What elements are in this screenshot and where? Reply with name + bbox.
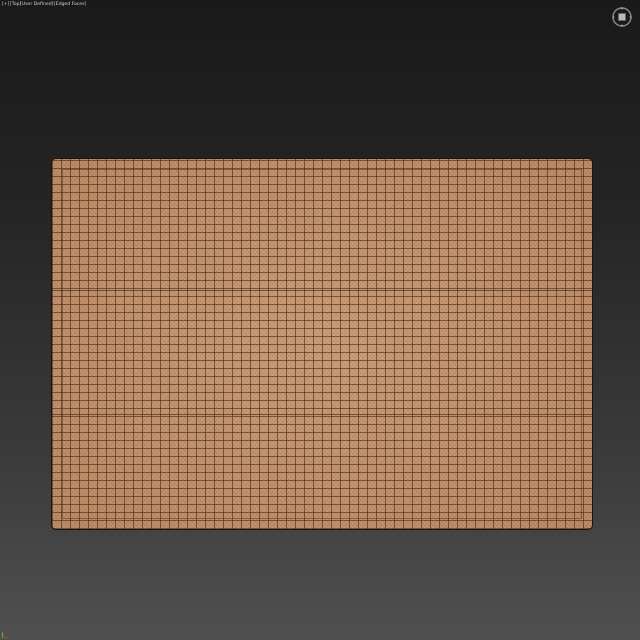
rug-object[interactable]	[52, 159, 592, 529]
rug-border-band	[62, 169, 582, 519]
viewport-display-label[interactable]: [Edged Faces]	[54, 1, 86, 9]
axis-tripod-icon	[2, 632, 8, 638]
viewport-top[interactable]: [+] [Top] [User Defined] [Edged Faces]	[0, 0, 640, 640]
viewcube-compass-icon[interactable]	[611, 6, 633, 28]
viewport-menu-label[interactable]: [+]	[2, 1, 9, 9]
rug-seam-line	[52, 290, 592, 291]
rug-seam-line	[52, 414, 592, 415]
viewport-shading-label[interactable]: [User Defined]	[20, 1, 53, 9]
